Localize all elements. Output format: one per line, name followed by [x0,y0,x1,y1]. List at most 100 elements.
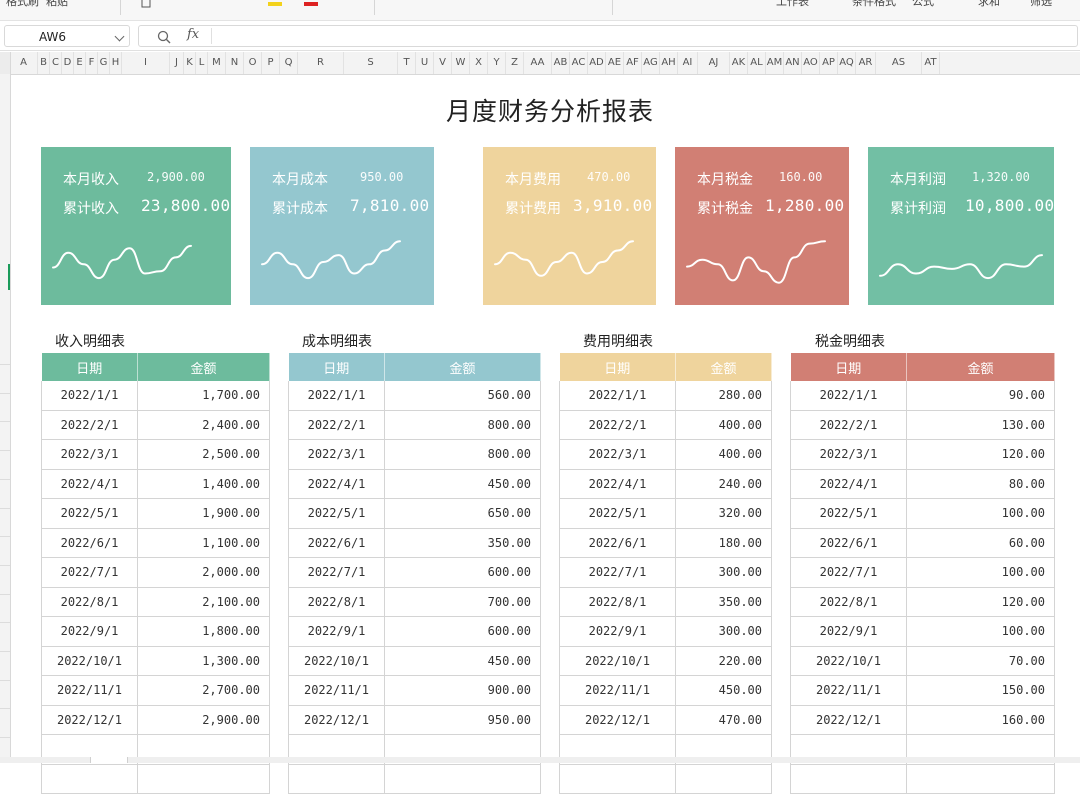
column-header-d[interactable]: D [62,52,74,74]
amount-cell[interactable]: 2,400.00 [137,410,270,440]
date-cell[interactable]: 2022/6/1 [559,528,676,558]
empty-cell[interactable] [137,764,270,794]
amount-cell[interactable]: 100.00 [906,498,1055,529]
date-cell[interactable]: 2022/3/1 [790,439,907,470]
date-cell[interactable]: 2022/11/1 [41,675,138,706]
date-cell[interactable]: 2022/1/1 [41,381,138,411]
column-header-af[interactable]: AF [624,52,642,74]
column-header-ah[interactable]: AH [660,52,678,74]
amount-cell[interactable]: 450.00 [384,469,541,499]
date-cell[interactable]: 2022/3/1 [559,439,676,470]
amount-cell[interactable]: 100.00 [906,557,1055,588]
column-header-aj[interactable]: AJ [698,52,730,74]
date-cell[interactable]: 2022/10/1 [559,646,676,676]
empty-cell[interactable] [559,764,676,794]
date-cell[interactable]: 2022/11/1 [288,675,385,706]
empty-cell[interactable] [41,764,138,794]
filter-button[interactable]: 筛选 [1030,0,1052,9]
amount-cell[interactable]: 900.00 [384,675,541,706]
amount-cell[interactable]: 70.00 [906,646,1055,676]
column-header-y[interactable]: Y [488,52,506,74]
date-cell[interactable]: 2022/2/1 [288,410,385,440]
date-cell[interactable]: 2022/12/1 [41,705,138,735]
date-cell[interactable]: 2022/10/1 [41,646,138,676]
column-header-f[interactable]: F [86,52,98,74]
date-cell[interactable]: 2022/7/1 [559,557,676,588]
amount-column-header[interactable]: 金额 [384,353,541,381]
amount-cell[interactable]: 90.00 [906,381,1055,411]
name-box[interactable]: AW6 [4,25,130,47]
amount-cell[interactable]: 120.00 [906,587,1055,617]
column-header-b[interactable]: B [38,52,50,74]
bold-icon[interactable] [140,0,152,8]
amount-cell[interactable]: 450.00 [384,646,541,676]
amount-cell[interactable]: 560.00 [384,381,541,411]
column-header-q[interactable]: Q [280,52,298,74]
date-cell[interactable]: 2022/10/1 [790,646,907,676]
date-cell[interactable]: 2022/4/1 [559,469,676,499]
date-column-header[interactable]: 日期 [288,353,385,381]
amount-column-header[interactable]: 金额 [675,353,772,381]
amount-cell[interactable]: 1,700.00 [137,381,270,411]
date-cell[interactable]: 2022/2/1 [790,410,907,440]
amount-cell[interactable]: 1,100.00 [137,528,270,558]
chevron-down-icon[interactable] [114,31,125,42]
date-cell[interactable]: 2022/1/1 [790,381,907,411]
amount-cell[interactable]: 280.00 [675,381,772,411]
amount-cell[interactable]: 470.00 [675,705,772,735]
amount-cell[interactable]: 600.00 [384,557,541,588]
date-cell[interactable]: 2022/4/1 [790,469,907,499]
column-header-l[interactable]: L [196,52,208,74]
date-cell[interactable]: 2022/2/1 [41,410,138,440]
paste-button[interactable]: 粘贴 [46,0,68,9]
date-cell[interactable]: 2022/12/1 [559,705,676,735]
column-header-ag[interactable]: AG [642,52,660,74]
sheet-tab[interactable] [90,757,128,763]
date-cell[interactable]: 2022/4/1 [288,469,385,499]
date-cell[interactable]: 2022/12/1 [288,705,385,735]
amount-cell[interactable]: 120.00 [906,439,1055,470]
amount-cell[interactable]: 950.00 [384,705,541,735]
amount-cell[interactable]: 350.00 [384,528,541,558]
column-header-c[interactable]: C [50,52,62,74]
column-header-al[interactable]: AL [748,52,766,74]
column-header-at[interactable]: AT [922,52,940,74]
date-column-header[interactable]: 日期 [559,353,676,381]
column-header-a[interactable]: A [10,52,38,74]
date-cell[interactable]: 2022/8/1 [790,587,907,617]
amount-cell[interactable]: 130.00 [906,410,1055,440]
formula-button[interactable]: 公式 [912,0,934,9]
amount-cell[interactable]: 650.00 [384,498,541,529]
amount-cell[interactable]: 160.00 [906,705,1055,735]
date-cell[interactable]: 2022/7/1 [41,557,138,588]
column-header-aa[interactable]: AA [524,52,552,74]
amount-cell[interactable]: 100.00 [906,616,1055,647]
date-cell[interactable]: 2022/7/1 [288,557,385,588]
column-header-g[interactable]: G [98,52,110,74]
amount-cell[interactable]: 240.00 [675,469,772,499]
conditional-format-button[interactable]: 条件格式 [852,0,896,9]
font-color-icon[interactable] [304,0,318,6]
date-cell[interactable]: 2022/8/1 [41,587,138,617]
amount-cell[interactable]: 2,700.00 [137,675,270,706]
column-header-u[interactable]: U [416,52,434,74]
column-header-ac[interactable]: AC [570,52,588,74]
date-cell[interactable]: 2022/1/1 [559,381,676,411]
column-header-o[interactable]: O [244,52,262,74]
date-cell[interactable]: 2022/6/1 [288,528,385,558]
column-header-x[interactable]: X [470,52,488,74]
amount-cell[interactable]: 800.00 [384,439,541,470]
column-header-z[interactable]: Z [506,52,524,74]
amount-cell[interactable]: 2,100.00 [137,587,270,617]
column-header-ai[interactable]: AI [678,52,698,74]
column-header-i[interactable]: I [122,52,170,74]
column-header-ae[interactable]: AE [606,52,624,74]
date-cell[interactable]: 2022/9/1 [559,616,676,647]
date-column-header[interactable]: 日期 [790,353,907,381]
column-header-ap[interactable]: AP [820,52,838,74]
amount-cell[interactable]: 2,500.00 [137,439,270,470]
amount-cell[interactable]: 2,000.00 [137,557,270,588]
date-cell[interactable]: 2022/5/1 [288,498,385,529]
formula-input[interactable]: fx [138,25,1078,47]
column-header-j[interactable]: J [170,52,184,74]
